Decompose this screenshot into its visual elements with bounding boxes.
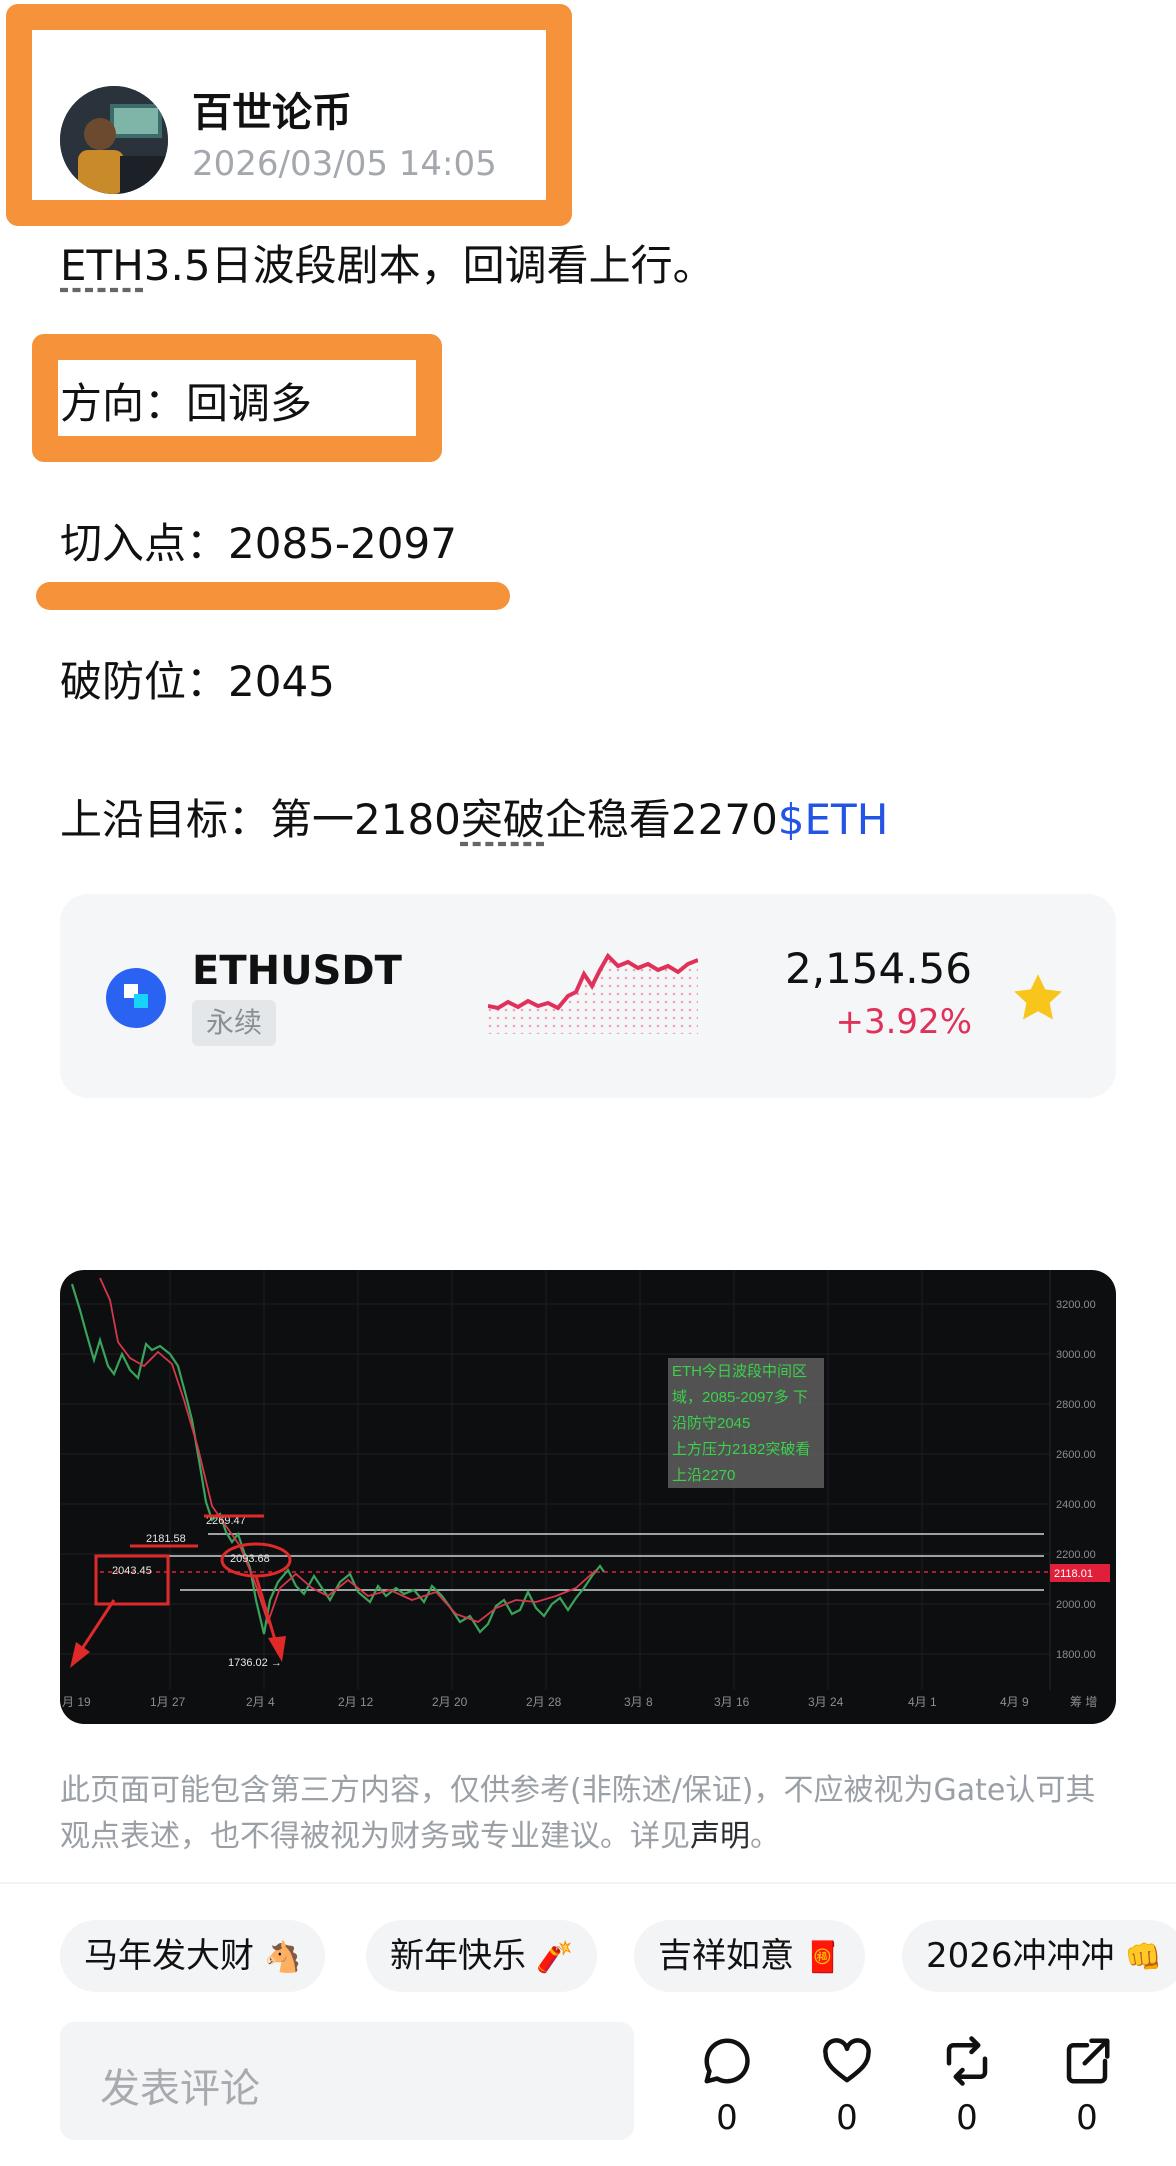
chart-note-line-1: ETH今日波段中间区 (672, 1363, 807, 1380)
date-label-6: 3月 8 (624, 1695, 653, 1709)
ticker-change: +3.92% (835, 1002, 973, 1042)
post-line-entry: 切入点：2085-2097 (60, 519, 457, 568)
divider (0, 1882, 1176, 1884)
horse-icon: 🐴 (264, 1940, 302, 1975)
ticker-price: 2,154.56 (784, 944, 972, 993)
post-title-text: 3.5日波段剧本，回调看上行。 (143, 241, 715, 290)
disclaimer-text: 此页面可能包含第三方内容，仅供参考(非陈述/保证)，不应被视为Gate认可其观点… (60, 1773, 1096, 1854)
chip-2026[interactable]: 2026冲冲冲 👊 (902, 1920, 1176, 1992)
reply-count: 0 (716, 2098, 738, 2138)
chart-image[interactable]: ETH今日波段中间区 域，2085-2097多 下 沿防守2045 上方压力21… (60, 1270, 1116, 1724)
disclaimer-end: 。 (750, 1819, 780, 1854)
date-label-8: 3月 24 (808, 1695, 844, 1709)
axis-2400: 2400.00 (1056, 1499, 1096, 1511)
post-line-stop: 破防位：2045 (60, 657, 335, 706)
date-label-0: 月 19 (62, 1695, 91, 1709)
level-2093: 2093.68 (230, 1553, 270, 1565)
comment-placeholder: 发表评论 (100, 2066, 260, 2112)
red-envelope-icon: 🧧 (804, 1940, 842, 1975)
chip-label: 马年发大财 (84, 1936, 254, 1976)
date-label-5: 2月 28 (526, 1695, 562, 1709)
comment-input[interactable]: 发表评论 (60, 2022, 634, 2140)
post-line-target: 上沿目标：第一2180突破企稳看2270$ETH (60, 786, 888, 847)
post-line-title: ETH3.5日波段剧本，回调看上行。 (60, 232, 715, 293)
fist-icon: 👊 (1124, 1940, 1162, 1975)
repost-count: 0 (956, 2098, 978, 2138)
like-button[interactable]: 0 (812, 2034, 882, 2138)
eth-coin-icon (106, 968, 166, 1028)
axis-2600: 2600.00 (1056, 1449, 1096, 1461)
heart-icon (823, 2038, 871, 2083)
axis-3200: 3200.00 (1056, 1299, 1096, 1311)
date-label-1: 1月 27 (150, 1695, 186, 1709)
repost-button[interactable]: 0 (932, 2034, 1002, 2138)
axis-3000: 3000.00 (1056, 1349, 1096, 1361)
highlight-box-direction (32, 334, 442, 462)
level-1736: 1736.02 → (228, 1657, 282, 1669)
chart-note-line-2: 域，2085-2097多 下 (672, 1389, 808, 1406)
chart-note-line-3: 沿防守2045 (672, 1415, 750, 1432)
eth-term-link[interactable]: ETH (60, 241, 144, 290)
chip-new-year[interactable]: 新年快乐 🧨 (366, 1920, 598, 1992)
date-label-10: 4月 9 (1000, 1695, 1029, 1709)
breakout-term-link[interactable]: 突破 (461, 795, 545, 844)
target-text-c: 企稳看2270 (544, 795, 778, 844)
share-icon (1066, 2038, 1110, 2084)
chip-luck[interactable]: 吉祥如意 🧧 (634, 1920, 866, 1992)
level-2043: 2043.45 (112, 1565, 152, 1577)
axis-2000: 2000.00 (1056, 1599, 1096, 1611)
date-label-4: 2月 20 (432, 1695, 468, 1709)
comment-bubble-icon (704, 2038, 750, 2084)
eth-tag-link[interactable]: $ETH (778, 795, 889, 844)
chip-label: 吉祥如意 (658, 1936, 794, 1976)
repost-icon (946, 2036, 988, 2086)
current-price-tag: 2118.01 (1054, 1568, 1093, 1580)
like-count: 0 (836, 2098, 858, 2138)
disclaimer-link[interactable]: 声明 (690, 1819, 750, 1854)
ticker-type-badge: 永续 (192, 1000, 277, 1046)
target-text-a: 上沿目标：第一2180 (60, 795, 461, 844)
chart-note-line-4: 上方压力2182突破看 (672, 1441, 810, 1458)
axis-1800: 1800.00 (1056, 1649, 1096, 1661)
share-count: 0 (1076, 2098, 1098, 2138)
date-label-3: 2月 12 (338, 1695, 374, 1709)
disclaimer: 此页面可能包含第三方内容，仅供参考(非陈述/保证)，不应被视为Gate认可其观点… (60, 1768, 1120, 1860)
axis-2800: 2800.00 (1056, 1399, 1096, 1411)
ticker-symbol: ETHUSDT (192, 948, 402, 994)
highlight-box-author (6, 4, 572, 226)
favorite-star-icon[interactable] (1010, 970, 1066, 1026)
axis-2200: 2200.00 (1056, 1549, 1096, 1561)
share-button[interactable]: 0 (1052, 2034, 1122, 2138)
chip-horse[interactable]: 马年发大财 🐴 (60, 1920, 326, 1992)
date-label-7: 3月 16 (714, 1695, 750, 1709)
highlight-underline-entry (36, 582, 510, 610)
level-2181: 2181.58 (146, 1533, 186, 1545)
firecracker-icon: 🧨 (536, 1940, 574, 1975)
chart-note-line-5: 上沿2270 (672, 1467, 735, 1484)
reply-button[interactable]: 0 (692, 2034, 762, 2138)
date-label-2: 2月 4 (246, 1695, 275, 1709)
date-label-9: 4月 1 (908, 1695, 937, 1709)
date-label-11: 筹 增 (1070, 1695, 1097, 1709)
ticker-card[interactable]: ETHUSDT 永续 2,154.56 +3.92% (60, 894, 1116, 1098)
chip-label: 新年快乐 (390, 1936, 526, 1976)
ticker-sparkline (488, 952, 698, 1034)
chip-label: 2026冲冲冲 (926, 1936, 1115, 1976)
